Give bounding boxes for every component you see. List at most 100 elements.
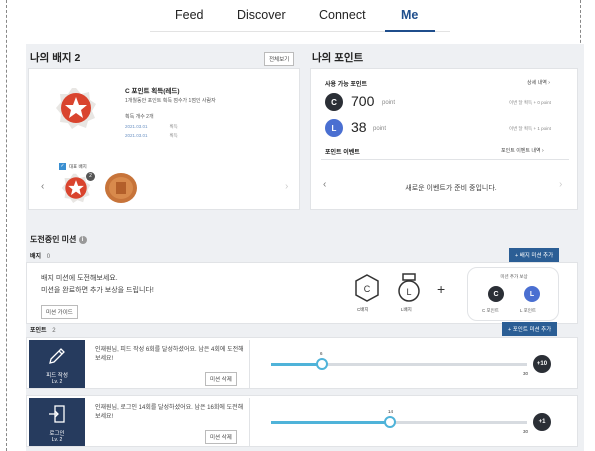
badges-title: 나의 배지 [30, 52, 72, 64]
progress-max-value: 30 [523, 429, 529, 434]
plus-sign: + [437, 281, 446, 297]
event-empty-message: 새로운 이벤트가 준비 중입니다. [405, 185, 497, 192]
reward-badge: +1 [533, 413, 551, 431]
points-panel: 사용 가능 포인트 상세 내역 › C 700 point 이번 달 획득 + … [310, 68, 578, 210]
missions-title-wrap: 도전중인 미션 i [30, 234, 87, 245]
history-label: 획득 [169, 124, 178, 129]
delete-mission-button[interactable]: 미션 삭제 [205, 430, 237, 444]
c-badge-outline-icon: C [355, 274, 379, 302]
red-star-badge-icon [56, 88, 96, 129]
svg-text:C: C [364, 284, 371, 294]
chevron-right-icon: › [548, 80, 550, 86]
points-title: 나의 포인트 [312, 52, 364, 64]
delete-mission-button[interactable]: 미션 삭제 [205, 372, 237, 386]
top-navigation: Feed Discover Connect Me [150, 0, 450, 32]
mission-guide-button[interactable]: 미션 가이드 [41, 305, 78, 319]
rep-badge-check[interactable]: ✓ 대표 배지 [59, 163, 87, 170]
l-reward-label: L 포인트 [520, 308, 537, 313]
point-mission-header: 포인트 2 [30, 325, 56, 334]
badges-section-title: 나의 배지 2 [30, 50, 80, 65]
event-prev-icon[interactable]: ‹ [323, 179, 326, 190]
mission-progress-fill [271, 421, 390, 424]
extra-reward-box: 미션 추가 보상 C L C 포인트 L 포인트 [467, 267, 559, 321]
mission-desc: 인재원님, 피드 작성 6회를 달성하셨어요. 남은 4회에 도전해보세요! [95, 347, 244, 362]
mission-tile-name: 피드 작성 [46, 373, 68, 379]
featured-badge-desc: 1개월동안 포인트 획득 점수가 1점인 사람자 [125, 98, 216, 104]
add-point-mission-button[interactable]: + 포인트 미션 추가 [502, 322, 558, 336]
history-date: 2021.03.01 [125, 124, 148, 129]
l-badge-label: L배지 [401, 307, 412, 312]
mission-progress-handle[interactable] [316, 358, 328, 370]
badge-carousel-next-icon[interactable]: › [285, 181, 288, 192]
progress-max-value: 30 [523, 371, 529, 376]
mission-progress-fill [271, 363, 322, 366]
l-reward-icon: L [524, 286, 540, 302]
svg-text:L: L [406, 287, 411, 297]
points-detail-link[interactable]: 상세 내역 › [527, 79, 550, 86]
main-content: 나의 배지 2 전체보기 ✓ 대표 배지 C 포인트 획득(레드) 1개월동안 … [26, 44, 584, 451]
available-points-label: 사용 가능 포인트 [325, 82, 367, 88]
badge-mission-header: 배지 0 [30, 251, 50, 260]
progress-current-value: 14 [388, 409, 394, 414]
progress-current-value: 6 [320, 351, 323, 356]
c-reward-icon: C [488, 286, 504, 302]
view-all-badges-button[interactable]: 전체보기 [264, 52, 295, 66]
empty-text-line-2: 미션을 완료하면 추가 보상을 드립니다! [41, 287, 154, 294]
c-reward-label: C 포인트 [482, 308, 499, 313]
event-next-icon[interactable]: › [559, 179, 562, 190]
info-icon[interactable]: i [78, 235, 87, 244]
divider [249, 398, 250, 446]
tab-discover[interactable]: Discover [237, 8, 286, 22]
l-badge-outline-icon: L [398, 273, 420, 302]
divider [249, 340, 250, 388]
tab-me[interactable]: Me [401, 8, 418, 22]
missions-title: 도전중인 미션 [30, 235, 77, 244]
badge-mission-label: 배지 [30, 254, 42, 260]
pencil-icon [49, 348, 65, 364]
checkbox-checked-icon[interactable]: ✓ [59, 163, 66, 170]
bronze-badge-thumb-icon[interactable] [105, 173, 137, 203]
chevron-right-icon: › [541, 148, 544, 154]
add-badge-mission-button[interactable]: + 배지 미션 추가 [509, 248, 560, 262]
divider [321, 159, 569, 160]
featured-badge-name: C 포인트 획득(레드) [125, 88, 180, 95]
point-mission-row: 로그인 Lv. 2 인재원님, 로그인 14회를 달성하셨어요. 남은 16회에… [26, 395, 578, 447]
reward-badge: +10 [533, 355, 551, 373]
point-mission-label: 포인트 [30, 328, 47, 334]
mission-tile-level: Lv. 2 [51, 379, 63, 385]
badge-mission-empty-panel: 배지 미션에 도전해보세요. 미션을 완료하면 추가 보상을 드립니다! 미션 … [26, 262, 578, 324]
mission-progress-handle[interactable] [384, 416, 396, 428]
badges-panel: ✓ 대표 배지 C 포인트 획득(레드) 1개월동안 포인트 획득 점수가 1점… [28, 68, 300, 210]
c-point-icon: C [325, 93, 343, 111]
mission-progress-track [271, 416, 527, 428]
c-point-monthly-note: 이번 달 획득 + 0 point [509, 100, 551, 105]
badge-count-indicator: 2 [86, 172, 95, 181]
history-label: 획득 [169, 133, 178, 138]
point-mission-count: 2 [52, 328, 56, 334]
l-point-icon: L [325, 119, 343, 137]
c-badge-label: C배지 [357, 307, 369, 312]
login-door-icon [49, 405, 65, 423]
history-row: 2021.03.01 획득 [125, 133, 178, 139]
tab-connect[interactable]: Connect [319, 8, 366, 22]
mission-desc: 인재원님, 로그인 14회를 달성하셨어요. 남은 16회에 도전해보세요! [95, 405, 244, 420]
mission-tile-level: Lv. 2 [51, 437, 63, 443]
mission-progress-track [271, 358, 527, 370]
mission-tile-login: 로그인 Lv. 2 [29, 398, 85, 446]
points-detail-text: 상세 내역 [527, 80, 547, 86]
tab-feed[interactable]: Feed [175, 8, 204, 22]
left-guide-line [6, 0, 7, 451]
point-event-link[interactable]: 포인트 이벤트 내역 › [501, 147, 544, 154]
l-point-monthly-note: 이번 달 획득 + 1 point [509, 126, 551, 131]
point-mission-row: 피드 작성 Lv. 2 인재원님, 피드 작성 6회를 달성하셨어요. 남은 4… [26, 337, 578, 389]
extra-reward-title: 미션 추가 보상 [500, 274, 528, 279]
point-event-link-text: 포인트 이벤트 내역 [501, 148, 541, 154]
mission-tile-name: 로그인 [49, 431, 65, 437]
badge-carousel-prev-icon[interactable]: ‹ [41, 181, 44, 192]
rep-badge-label: 대표 배지 [69, 163, 87, 169]
l-point-value: 38 [351, 119, 367, 135]
l-point-unit: point [373, 126, 387, 132]
badges-count: 2 [74, 52, 81, 64]
history-row: 2021.03.01 획득 [125, 124, 178, 130]
c-point-unit: point [382, 100, 396, 106]
